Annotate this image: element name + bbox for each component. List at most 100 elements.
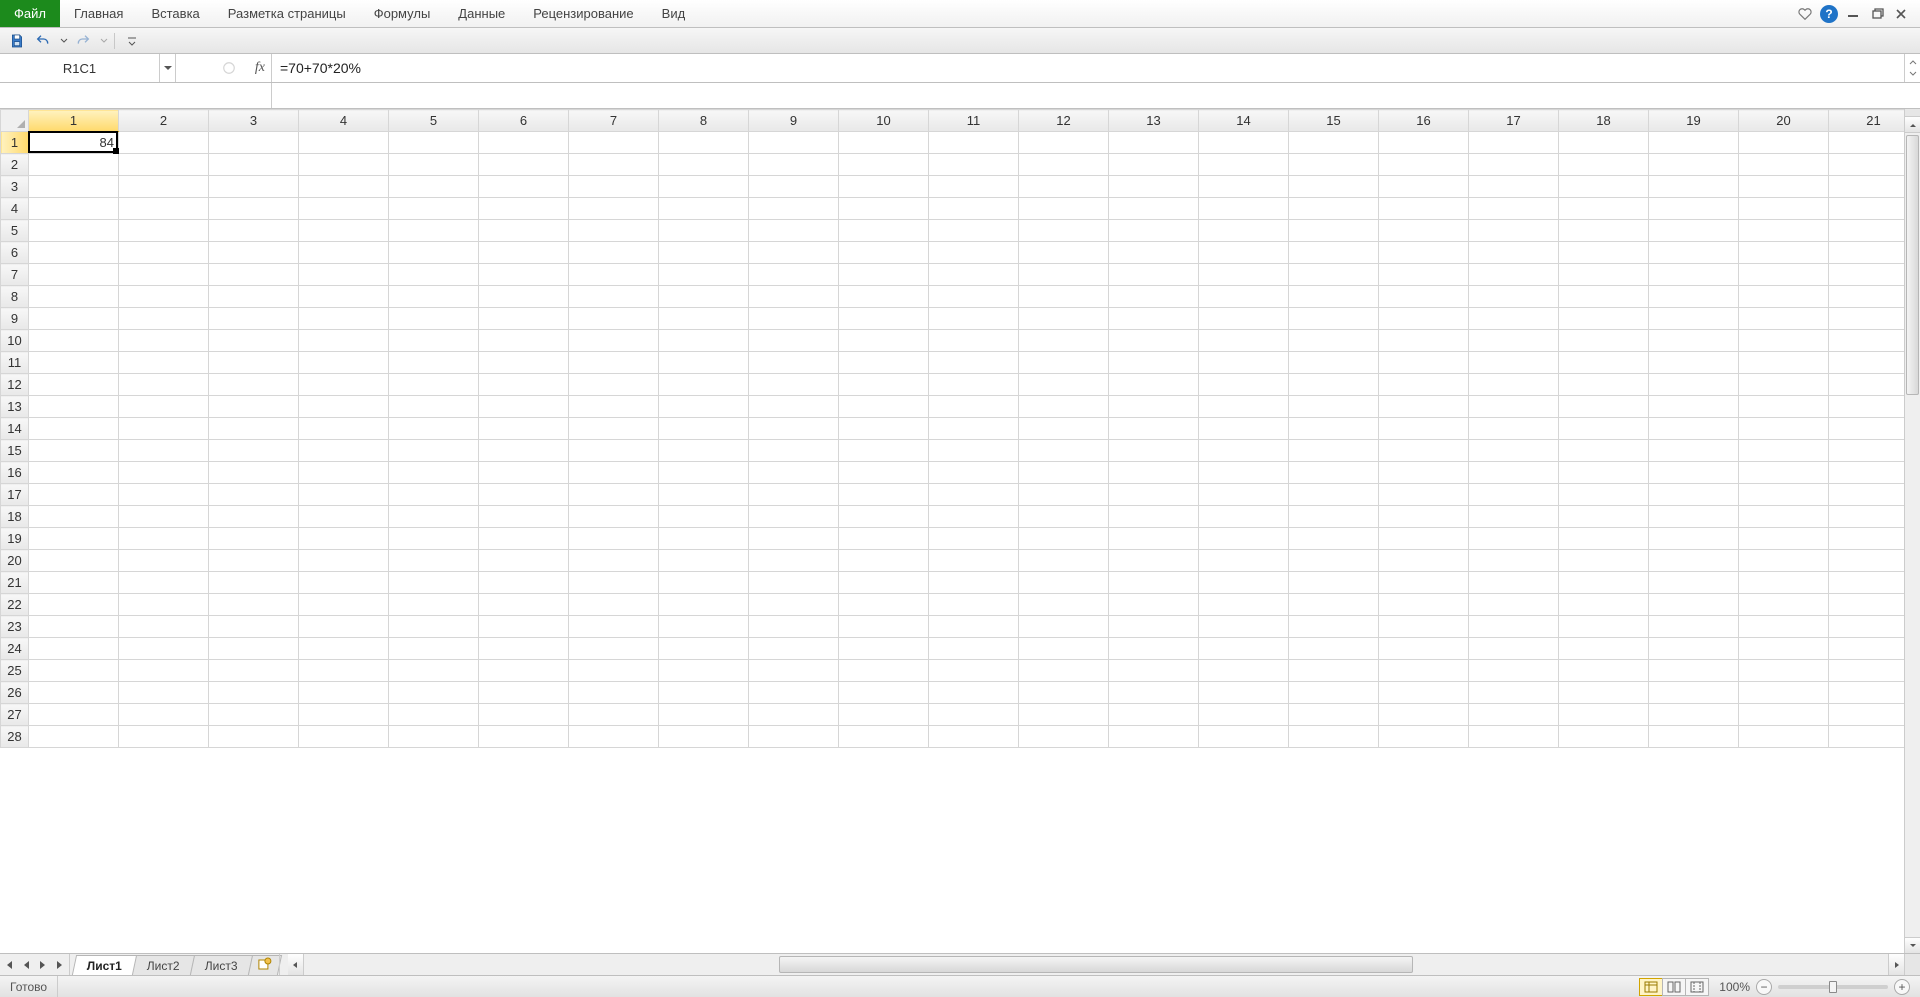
cell[interactable] [749, 176, 839, 198]
cell[interactable] [29, 462, 119, 484]
row-header[interactable]: 4 [1, 198, 29, 220]
cell[interactable] [1469, 704, 1559, 726]
cell[interactable] [1199, 330, 1289, 352]
cell[interactable] [569, 704, 659, 726]
cell[interactable] [29, 396, 119, 418]
cell[interactable] [1109, 440, 1199, 462]
cell[interactable] [1379, 374, 1469, 396]
cell[interactable] [299, 462, 389, 484]
row-header[interactable]: 3 [1, 176, 29, 198]
cell[interactable] [1199, 616, 1289, 638]
cell[interactable] [569, 506, 659, 528]
cell[interactable] [1829, 176, 1905, 198]
cell[interactable] [1289, 374, 1379, 396]
cell[interactable] [299, 176, 389, 198]
cell[interactable] [1199, 506, 1289, 528]
scroll-down-icon[interactable] [1905, 937, 1920, 953]
cell[interactable] [1829, 308, 1905, 330]
cell[interactable] [1379, 242, 1469, 264]
row-header[interactable]: 6 [1, 242, 29, 264]
cell[interactable] [569, 550, 659, 572]
cell[interactable] [1829, 440, 1905, 462]
cell[interactable] [1199, 396, 1289, 418]
cell[interactable] [209, 484, 299, 506]
cell[interactable] [659, 572, 749, 594]
cell[interactable] [29, 594, 119, 616]
cell[interactable] [29, 242, 119, 264]
cell[interactable] [209, 616, 299, 638]
cell[interactable] [749, 660, 839, 682]
cell[interactable] [1649, 418, 1739, 440]
cell[interactable] [1379, 176, 1469, 198]
cell[interactable] [659, 462, 749, 484]
cell[interactable] [1469, 660, 1559, 682]
cell[interactable] [749, 308, 839, 330]
cell[interactable] [659, 176, 749, 198]
cell[interactable] [1559, 462, 1649, 484]
cell[interactable] [1559, 550, 1649, 572]
cell[interactable] [29, 550, 119, 572]
cell[interactable] [1199, 638, 1289, 660]
cell[interactable] [119, 638, 209, 660]
cell[interactable] [389, 484, 479, 506]
cell[interactable] [29, 638, 119, 660]
row-header[interactable]: 10 [1, 330, 29, 352]
cell[interactable] [929, 198, 1019, 220]
cell[interactable] [929, 176, 1019, 198]
row-header[interactable]: 20 [1, 550, 29, 572]
cell[interactable] [299, 154, 389, 176]
cell[interactable] [1649, 550, 1739, 572]
cell[interactable] [1289, 418, 1379, 440]
cell[interactable] [479, 418, 569, 440]
cell[interactable] [929, 616, 1019, 638]
column-header[interactable]: 16 [1379, 110, 1469, 132]
cell[interactable] [479, 594, 569, 616]
cell[interactable] [389, 132, 479, 154]
cell[interactable] [1649, 704, 1739, 726]
cell[interactable] [1019, 506, 1109, 528]
cell[interactable] [1739, 550, 1829, 572]
cell[interactable] [839, 528, 929, 550]
tab-review[interactable]: Рецензирование [519, 0, 647, 27]
column-header[interactable]: 5 [389, 110, 479, 132]
cell[interactable] [929, 418, 1019, 440]
tab-nav-last-icon[interactable] [53, 958, 67, 972]
cell[interactable] [1199, 154, 1289, 176]
cell[interactable] [1199, 462, 1289, 484]
cell[interactable] [389, 638, 479, 660]
tab-home[interactable]: Главная [60, 0, 137, 27]
cell[interactable] [839, 616, 929, 638]
row-header[interactable]: 8 [1, 286, 29, 308]
cell[interactable] [1019, 550, 1109, 572]
cell[interactable] [929, 396, 1019, 418]
cell[interactable] [659, 198, 749, 220]
cell[interactable] [299, 704, 389, 726]
cell[interactable] [1649, 176, 1739, 198]
cell[interactable] [1469, 528, 1559, 550]
cell[interactable] [1019, 440, 1109, 462]
cell[interactable] [839, 198, 929, 220]
zoom-out-button[interactable]: − [1756, 979, 1772, 995]
cell[interactable] [1469, 484, 1559, 506]
cell[interactable] [479, 704, 569, 726]
cell[interactable] [299, 132, 389, 154]
cell[interactable] [839, 484, 929, 506]
cell[interactable] [1469, 374, 1559, 396]
cell[interactable] [1739, 418, 1829, 440]
cell[interactable] [1019, 572, 1109, 594]
cell[interactable] [1829, 572, 1905, 594]
cell[interactable] [1649, 660, 1739, 682]
cell[interactable] [479, 154, 569, 176]
column-header[interactable]: 3 [209, 110, 299, 132]
cell[interactable] [1199, 484, 1289, 506]
row-header[interactable]: 22 [1, 594, 29, 616]
cell[interactable] [1289, 264, 1379, 286]
cell[interactable] [1469, 352, 1559, 374]
tab-data[interactable]: Данные [444, 0, 519, 27]
cell[interactable] [1829, 616, 1905, 638]
column-header[interactable]: 20 [1739, 110, 1829, 132]
cell[interactable] [479, 176, 569, 198]
cell[interactable] [119, 572, 209, 594]
cell[interactable] [1469, 396, 1559, 418]
column-header[interactable]: 12 [1019, 110, 1109, 132]
